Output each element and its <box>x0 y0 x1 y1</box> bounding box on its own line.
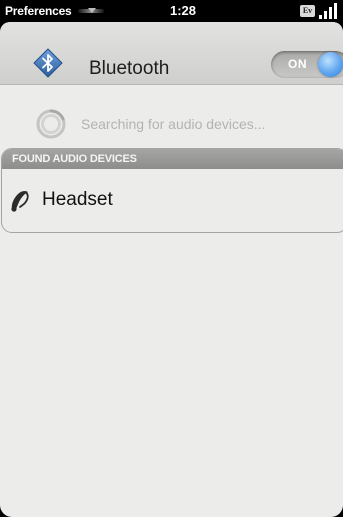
network-badge: Ev <box>300 5 315 17</box>
found-devices-group: FOUND AUDIO DEVICES Headset <box>1 148 343 233</box>
header-bar: Bluetooth ON <box>0 22 343 85</box>
toggle-knob[interactable] <box>318 52 343 77</box>
bluetooth-toggle[interactable]: ON <box>271 51 343 78</box>
app-menu-label: Preferences <box>5 4 72 18</box>
spinner-icon <box>36 109 66 139</box>
bluetooth-screen: Bluetooth ON Searching for audio devices… <box>0 22 343 517</box>
found-devices-header: FOUND AUDIO DEVICES <box>2 149 343 169</box>
toggle-label: ON <box>288 57 307 71</box>
status-clock: 1:28 <box>170 3 197 18</box>
headset-icon <box>11 190 29 212</box>
signal-strength-icon <box>318 3 340 19</box>
chevron-down-icon <box>77 7 104 15</box>
page-title: Bluetooth <box>89 58 170 79</box>
search-status-text: Searching for audio devices... <box>81 116 266 132</box>
device-frame: Preferences 1:28 Ev Bluetooth ON Searchi… <box>0 0 343 517</box>
device-label: Headset <box>42 189 113 210</box>
app-menu[interactable]: Preferences <box>0 0 122 22</box>
found-devices-header-label: FOUND AUDIO DEVICES <box>12 153 137 165</box>
list-item[interactable]: Headset <box>2 170 343 231</box>
search-status-row: Searching for audio devices... <box>0 106 343 142</box>
bluetooth-icon <box>33 48 63 78</box>
status-bar: Preferences 1:28 Ev <box>0 0 343 22</box>
